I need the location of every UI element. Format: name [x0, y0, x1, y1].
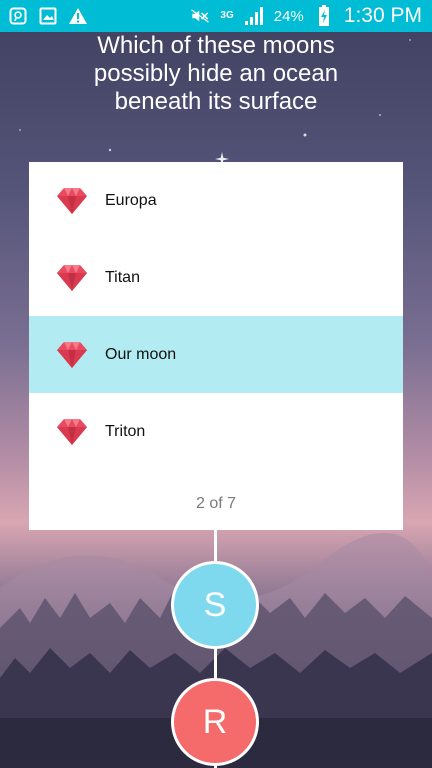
- player-avatar-r: R: [171, 678, 259, 766]
- status-bar: 3G 24% 1:30 PM: [0, 0, 432, 32]
- clock: 1:30 PM: [343, 4, 422, 27]
- question-line: beneath its surface: [114, 88, 318, 115]
- warning-icon: [68, 6, 88, 26]
- player-avatar-s: S: [171, 561, 259, 649]
- image-icon: [38, 6, 58, 26]
- answer-option-triton[interactable]: Triton: [29, 393, 403, 470]
- answer-card: Europa Titan Our moon Triton 2 of 7: [29, 162, 403, 530]
- question-line: possibly hide an ocean: [93, 60, 339, 87]
- answer-option-our-moon[interactable]: Our moon: [29, 316, 403, 393]
- gem-icon: [56, 341, 88, 369]
- signal-icon: [244, 6, 264, 26]
- battery-percent: 24%: [273, 7, 304, 25]
- answer-option-label: Triton: [105, 422, 146, 440]
- gem-icon: [56, 187, 88, 215]
- gem-icon: [56, 264, 88, 292]
- answer-option-label: Titan: [105, 268, 140, 286]
- battery-charging-icon: [314, 5, 334, 26]
- answer-option-europa[interactable]: Europa: [29, 162, 403, 239]
- network-type: 3G: [220, 10, 234, 21]
- answer-option-label: Europa: [105, 191, 157, 209]
- question-text: Which of these moons possibly hide an oc…: [40, 32, 392, 116]
- chat-icon: [8, 6, 28, 26]
- question-line: Which of these moons: [97, 32, 335, 59]
- gem-icon: [56, 418, 88, 446]
- answer-option-label: Our moon: [105, 345, 177, 363]
- mute-icon: [190, 6, 210, 26]
- question-progress: 2 of 7: [195, 495, 237, 512]
- answer-option-titan[interactable]: Titan: [29, 239, 403, 316]
